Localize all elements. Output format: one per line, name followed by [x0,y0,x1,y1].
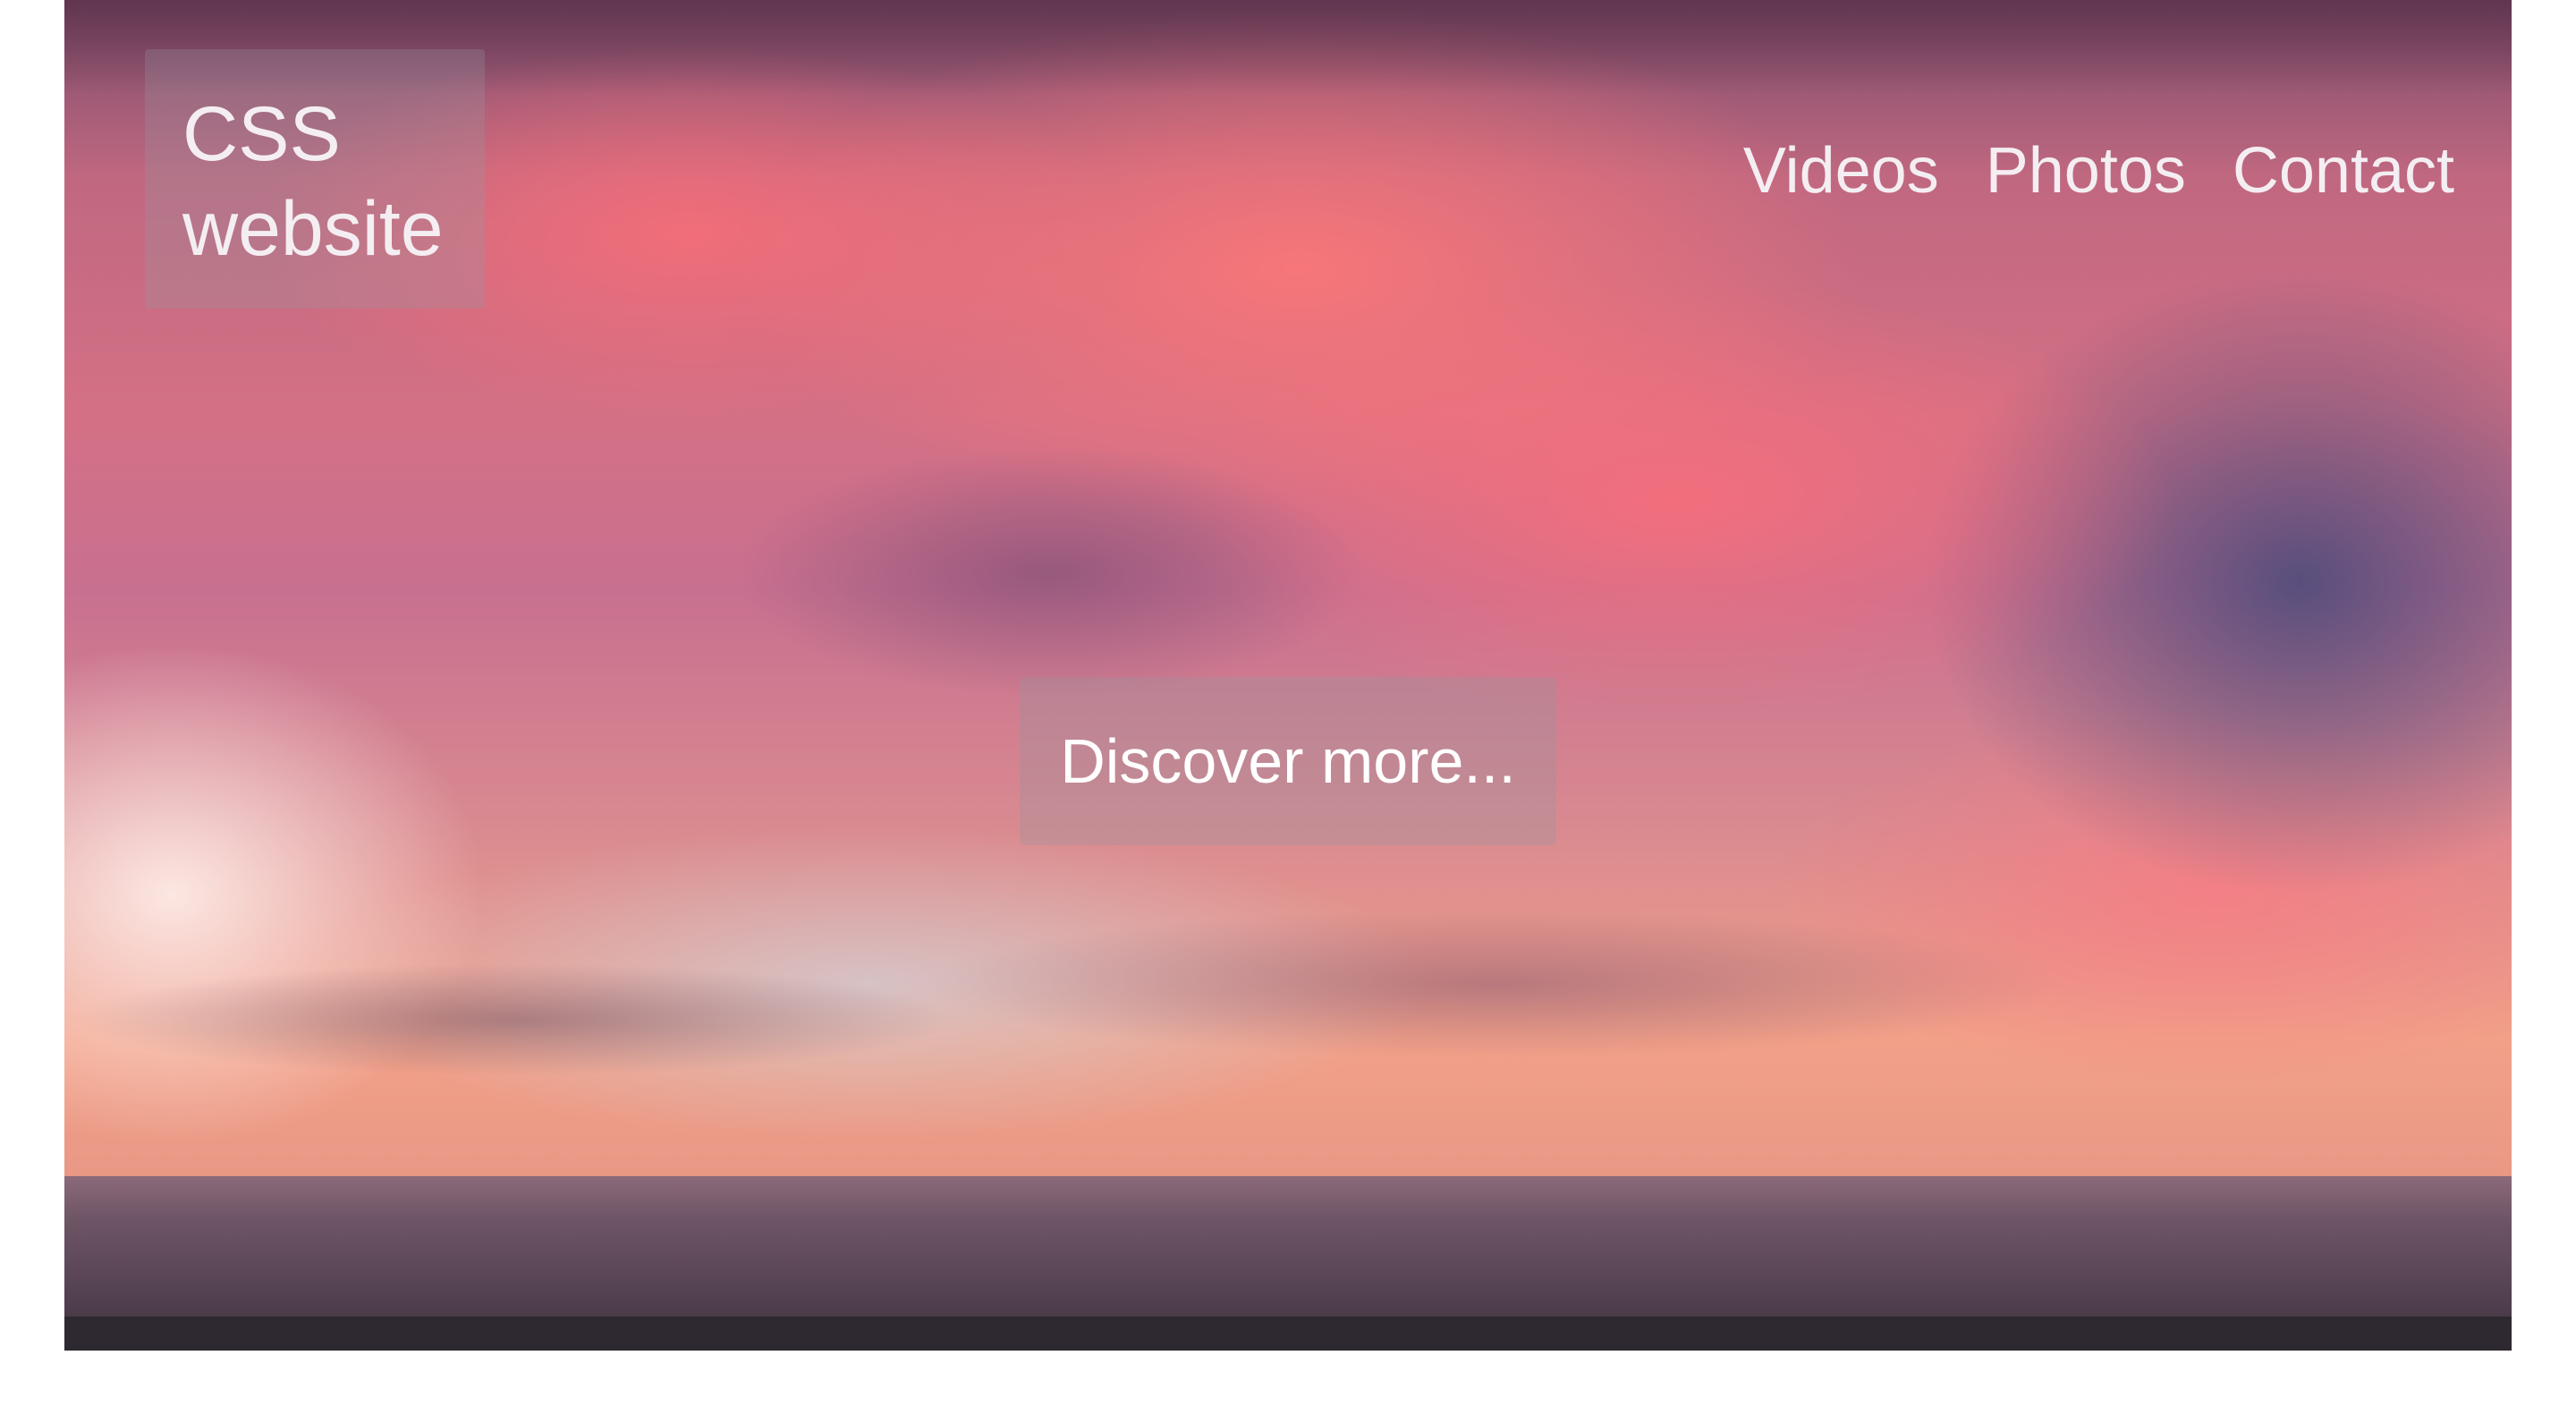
main-nav: Videos Photos Contact [1743,134,2454,208]
logo-text: CSS website [182,91,444,272]
shore-strip [64,1317,2512,1351]
site-logo[interactable]: CSS website [145,49,485,309]
nav-link-photos[interactable]: Photos [1986,134,2186,208]
nav-link-contact[interactable]: Contact [2233,134,2454,208]
nav-link-videos[interactable]: Videos [1743,134,1939,208]
hero-section: CSS website Videos Photos Contact Discov… [64,0,2512,1351]
discover-more-button[interactable]: Discover more... [1020,677,1556,845]
sea-background [64,1176,2512,1319]
